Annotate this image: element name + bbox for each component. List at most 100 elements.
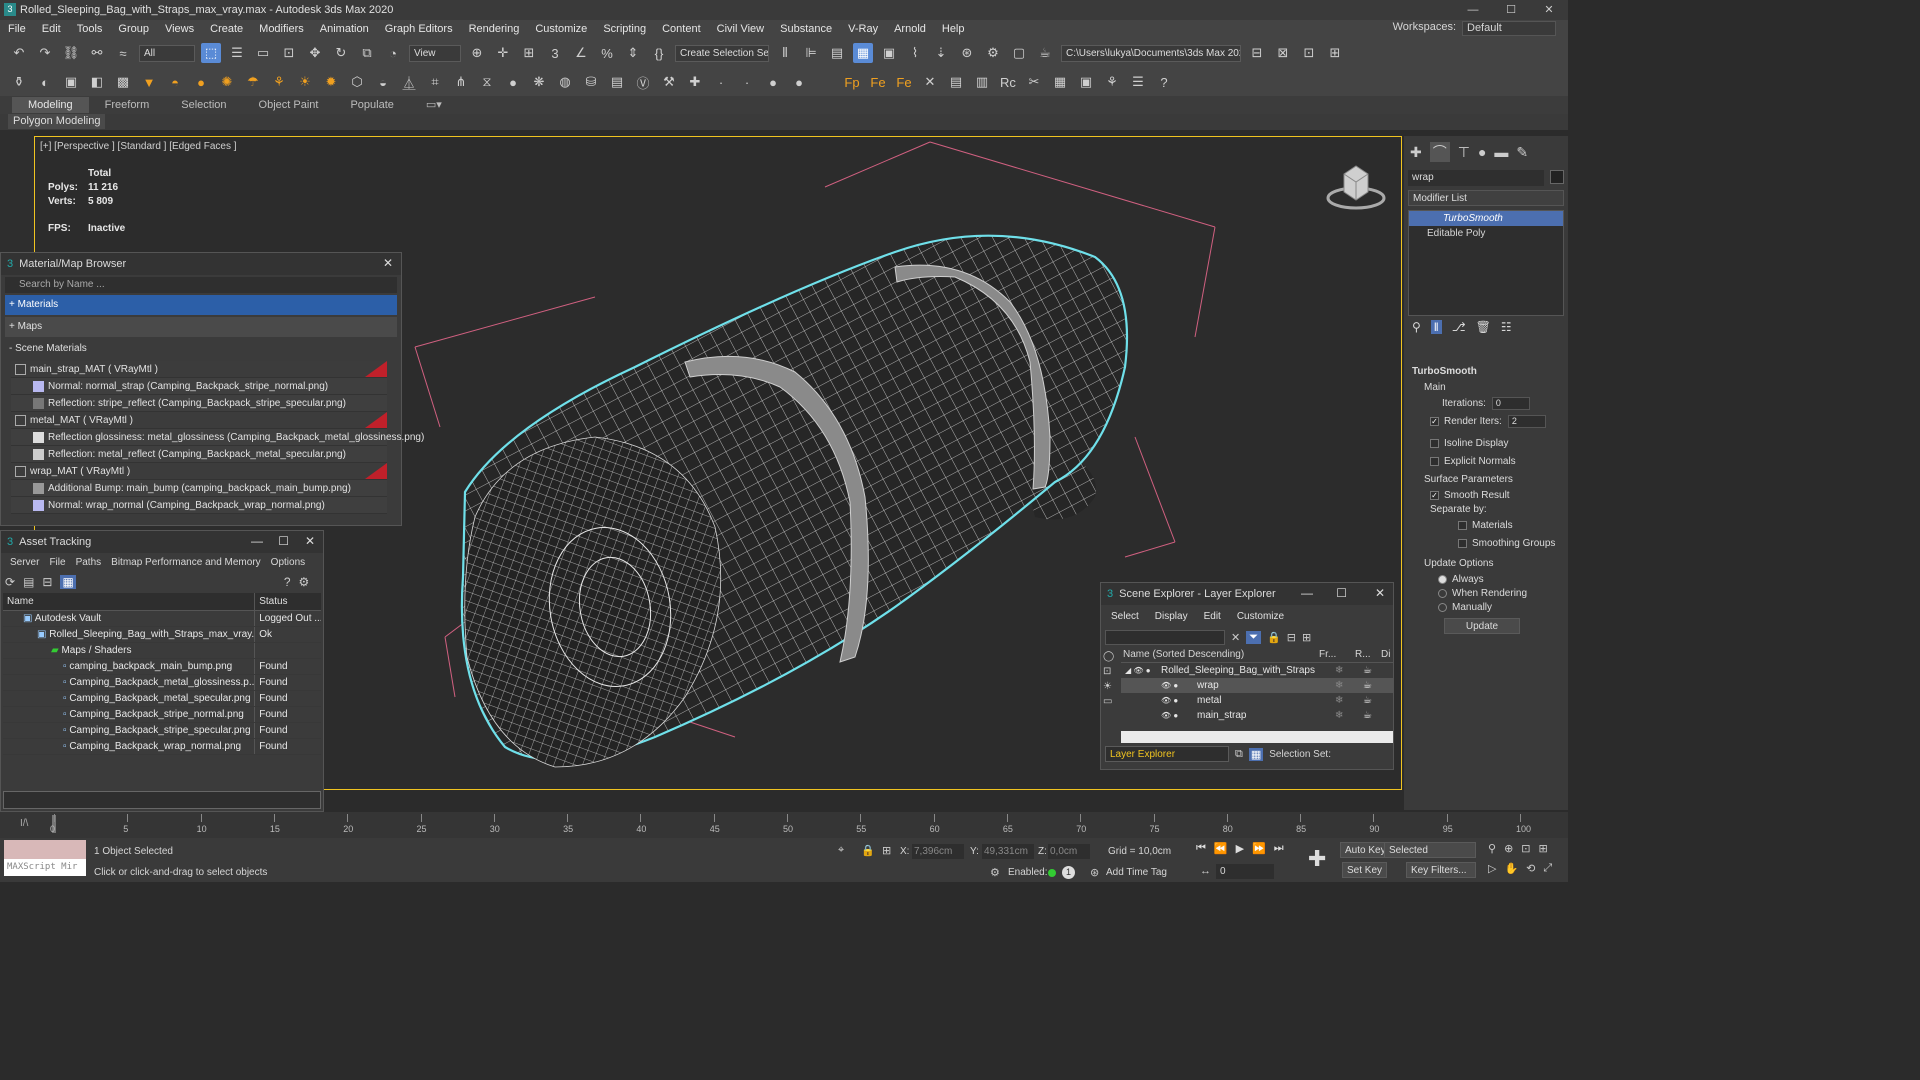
asset-menu-options[interactable]: Options bbox=[266, 557, 310, 568]
fe2-icon[interactable]: Fe bbox=[894, 72, 914, 92]
vray-teapot-icon[interactable]: ⚱ bbox=[9, 72, 29, 92]
vray-light-icon[interactable]: ▼ bbox=[139, 72, 159, 92]
map-item[interactable]: Additional Bump: main_bump (camping_back… bbox=[11, 480, 387, 497]
select-object-icon[interactable]: ⬚ bbox=[201, 43, 221, 63]
scene-search-input[interactable] bbox=[1105, 629, 1225, 645]
asset-row[interactable]: ▫ Camping_Backpack_stripe_specular.png Fo… bbox=[3, 723, 321, 739]
vray-decal-icon[interactable]: ◍ bbox=[555, 72, 575, 92]
asset-row[interactable]: ▣ Autodesk Vault Logged Out ... bbox=[3, 611, 321, 627]
set-key-button[interactable]: Set Key bbox=[1342, 862, 1388, 878]
vray-vfb-icon[interactable]: Ⓥ bbox=[633, 72, 653, 92]
asset-row[interactable]: ▫ Camping_Backpack_metal_specular.png Fou… bbox=[3, 691, 321, 707]
rect-selection-icon[interactable]: ▭ bbox=[253, 43, 273, 63]
remove-modifier-icon[interactable]: 🗑 bbox=[1476, 320, 1491, 334]
menu-tools[interactable]: Tools bbox=[69, 23, 111, 35]
goto-start-icon[interactable]: ⏮ bbox=[1196, 842, 1206, 855]
vray-sun-icon[interactable]: ☀ bbox=[295, 72, 315, 92]
menu-vray[interactable]: V-Ray bbox=[840, 23, 886, 35]
asset-menu-bitmap[interactable]: Bitmap Performance and Memory bbox=[106, 557, 266, 568]
renderable-icon[interactable]: ☕ bbox=[1363, 693, 1372, 708]
vray-lister-icon[interactable]: ▩ bbox=[113, 72, 133, 92]
explicit-normals-checkbox[interactable] bbox=[1430, 456, 1439, 466]
tab-object-paint[interactable]: Object Paint bbox=[243, 97, 335, 113]
timeline-toggle-icon[interactable]: I/\ bbox=[20, 818, 28, 829]
undo-icon[interactable]: ↶ bbox=[9, 43, 29, 63]
hierarchy-tab-icon[interactable]: ⊤ bbox=[1458, 144, 1470, 161]
scene-materials-group[interactable]: - Scene Materials bbox=[5, 339, 397, 359]
map-item[interactable]: Normal: wrap_normal (Camping_Backpack_wr… bbox=[11, 497, 387, 514]
asset-menu-paths[interactable]: Paths bbox=[71, 557, 107, 568]
material-item[interactable]: metal_MAT ( VRayMtl ) bbox=[11, 412, 387, 429]
menu-help[interactable]: Help bbox=[934, 23, 973, 35]
material-item[interactable]: wrap_MAT ( VRayMtl ) bbox=[11, 463, 387, 480]
scene-close-icon[interactable]: ✕ bbox=[1375, 586, 1385, 600]
scene-scrollbar[interactable] bbox=[1121, 731, 1393, 743]
scene-object-row[interactable]: 👁 ● metal ❄ ☕ bbox=[1121, 693, 1393, 708]
menu-animation[interactable]: Animation bbox=[312, 23, 377, 35]
renderable-icon[interactable]: ☕ bbox=[1363, 678, 1372, 693]
asset-menu-file[interactable]: File bbox=[44, 557, 70, 568]
render-iters-spinner[interactable]: 2 bbox=[1507, 414, 1546, 428]
layer-explorer-icon[interactable]: ▤ bbox=[827, 43, 847, 63]
cross-tool-icon[interactable]: ✕ bbox=[920, 72, 940, 92]
make-unique-icon[interactable]: ⎇ bbox=[1452, 320, 1466, 334]
map-item[interactable]: Reflection: metal_reflect (Camping_Backp… bbox=[11, 446, 387, 463]
menu-file[interactable]: File bbox=[0, 23, 34, 35]
scene-col-render[interactable]: R... bbox=[1355, 647, 1381, 662]
mirror-icon[interactable]: ⫴ bbox=[775, 43, 795, 63]
vray-enmesh-icon[interactable]: ⛁ bbox=[581, 72, 601, 92]
menu-arnold[interactable]: Arnold bbox=[886, 23, 934, 35]
vray-ies-icon[interactable]: ☂ bbox=[243, 72, 263, 92]
key-selected-select[interactable]: Selected bbox=[1384, 842, 1476, 858]
zoom-icon[interactable]: ⚲ bbox=[1488, 842, 1496, 855]
stack-item-turbosmooth[interactable]: TurboSmooth bbox=[1409, 211, 1563, 226]
viewcube[interactable] bbox=[1326, 160, 1386, 214]
clear-search-icon[interactable]: ✕ bbox=[1231, 631, 1240, 644]
project-folder-icon[interactable]: ⊟ bbox=[1247, 43, 1267, 63]
filter-icon[interactable]: ⏷ bbox=[1246, 630, 1262, 644]
menu-content[interactable]: Content bbox=[654, 23, 709, 35]
vray-camera-icon[interactable]: ▤ bbox=[607, 72, 627, 92]
layer-explorer-select[interactable]: Layer Explorer bbox=[1105, 746, 1229, 762]
rendered-frame-icon[interactable]: ▢ bbox=[1009, 43, 1029, 63]
vray-sky-icon[interactable]: ✹ bbox=[321, 72, 341, 92]
vray-mesh-light-icon[interactable]: ✺ bbox=[217, 72, 237, 92]
add-time-tag-label[interactable]: Add Time Tag bbox=[1106, 867, 1167, 878]
tree-view-icon[interactable]: ⊟ bbox=[42, 575, 52, 589]
renderable-icon[interactable]: ☕ bbox=[1363, 663, 1372, 678]
utilities-tab-icon[interactable]: ✎ bbox=[1516, 144, 1528, 161]
bind-spacewarp-icon[interactable]: ≈ bbox=[113, 43, 133, 63]
angle-snap-icon[interactable]: ∠ bbox=[571, 43, 591, 63]
edit-named-selection-icon[interactable]: {} bbox=[649, 43, 669, 63]
scene-menu-customize[interactable]: Customize bbox=[1237, 611, 1300, 622]
scene-object-row[interactable]: 👁 ● main_strap ❄ ☕ bbox=[1121, 708, 1393, 723]
adaptive-degradation-icon[interactable]: ⚙ bbox=[990, 866, 1000, 879]
vray-proxy-icon[interactable]: ⬡ bbox=[347, 72, 367, 92]
viewport-label[interactable]: [+] [Perspective ] [Standard ] [Edged Fa… bbox=[40, 141, 237, 152]
asset-row[interactable]: ▫ Camping_Backpack_stripe_normal.png Foun… bbox=[3, 707, 321, 723]
forest-icon[interactable]: ✂ bbox=[1024, 72, 1044, 92]
absolute-mode-icon[interactable]: ⊞ bbox=[882, 844, 891, 857]
project-new-icon[interactable]: ⊡ bbox=[1299, 43, 1319, 63]
minimize-button[interactable]: — bbox=[1454, 0, 1492, 20]
scene-filter-lights-icon[interactable]: ☀ bbox=[1103, 681, 1119, 692]
keyboard-shortcut-icon[interactable]: ⊞ bbox=[519, 43, 539, 63]
smooth-result-checkbox[interactable]: ✓ bbox=[1430, 490, 1439, 500]
set-key-big-icon[interactable]: ✚ bbox=[1308, 846, 1326, 872]
render-setup-icon[interactable]: ⚙ bbox=[983, 43, 1003, 63]
menu-scripting[interactable]: Scripting bbox=[595, 23, 654, 35]
tab-freeform[interactable]: Freeform bbox=[89, 97, 166, 113]
asset-close-icon[interactable]: ✕ bbox=[305, 534, 315, 548]
scene-object-row[interactable]: ◢ 👁 ● Rolled_Sleeping_Bag_with_Straps ❄ ☕ bbox=[1121, 663, 1393, 678]
maximize-viewport-icon[interactable]: ⤢ bbox=[1543, 862, 1552, 875]
maxscript-listener-top[interactable] bbox=[4, 840, 86, 859]
percent-snap-icon[interactable]: % bbox=[597, 43, 617, 63]
list-tool-icon[interactable]: ▤ bbox=[946, 72, 966, 92]
asset-col-name[interactable]: Name bbox=[3, 593, 256, 610]
selection-lock-icon[interactable]: 🔒 bbox=[861, 844, 875, 857]
asset-help-icon[interactable]: ? bbox=[284, 575, 291, 589]
modify-tab-icon[interactable]: ⌒ bbox=[1429, 142, 1450, 162]
vray-ambient-icon[interactable]: ⚘ bbox=[269, 72, 289, 92]
vray-mesh-icon[interactable]: ⌗ bbox=[425, 72, 445, 92]
workspace-select[interactable]: Default bbox=[1462, 21, 1556, 36]
